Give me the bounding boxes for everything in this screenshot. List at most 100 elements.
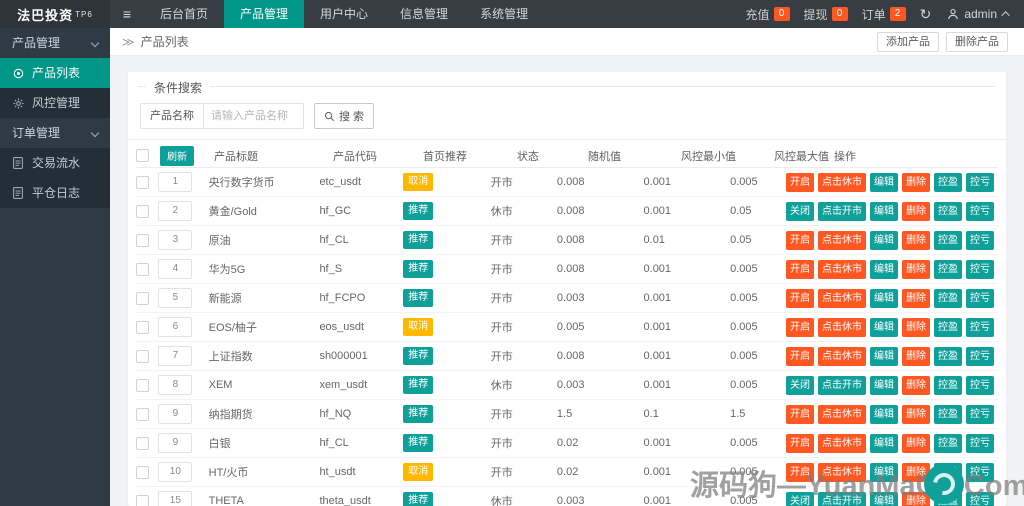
market-toggle-button[interactable]: 点击休市	[818, 346, 866, 366]
control-lose-button[interactable]: 控亏	[966, 201, 994, 221]
toggle-button[interactable]: 关闭	[786, 491, 814, 506]
recommend-toggle-button[interactable]: 推荐	[403, 492, 434, 506]
top-nav-item-1[interactable]: 产品管理	[224, 0, 305, 28]
market-toggle-button[interactable]: 点击开市	[818, 375, 866, 395]
edit-button[interactable]: 编辑	[870, 230, 898, 250]
toggle-button[interactable]: 关闭	[786, 375, 814, 395]
edit-button[interactable]: 编辑	[870, 172, 898, 192]
refresh-icon[interactable]: ↻	[920, 6, 932, 23]
edit-button[interactable]: 编辑	[870, 346, 898, 366]
sort-input[interactable]: 4	[158, 259, 193, 279]
recommend-toggle-button[interactable]: 取消	[403, 318, 434, 336]
delete-button[interactable]: 删除	[902, 404, 930, 424]
toggle-button[interactable]: 开启	[786, 404, 814, 424]
row-checkbox[interactable]	[136, 262, 149, 276]
delete-button[interactable]: 删除	[902, 317, 930, 337]
row-checkbox[interactable]	[136, 320, 149, 334]
control-win-button[interactable]: 控盈	[934, 259, 962, 279]
market-toggle-button[interactable]: 点击开市	[818, 201, 866, 221]
edit-button[interactable]: 编辑	[870, 201, 898, 221]
toggle-button[interactable]: 开启	[786, 259, 814, 279]
floating-action-button[interactable]	[924, 464, 964, 504]
market-toggle-button[interactable]: 点击开市	[818, 491, 866, 506]
sidebar-item-0-1[interactable]: 风控管理	[0, 88, 110, 118]
recommend-toggle-button[interactable]: 取消	[403, 173, 434, 191]
market-toggle-button[interactable]: 点击休市	[818, 317, 866, 337]
sort-input[interactable]: 9	[158, 404, 193, 424]
product-name-input[interactable]	[204, 103, 304, 129]
control-win-button[interactable]: 控盈	[934, 346, 962, 366]
control-lose-button[interactable]: 控亏	[966, 433, 994, 453]
control-lose-button[interactable]: 控亏	[966, 288, 994, 308]
control-win-button[interactable]: 控盈	[934, 375, 962, 395]
row-checkbox[interactable]	[136, 436, 149, 450]
market-toggle-button[interactable]: 点击休市	[818, 433, 866, 453]
recommend-toggle-button[interactable]: 推荐	[403, 289, 434, 307]
delete-button[interactable]: 删除	[902, 230, 930, 250]
toggle-button[interactable]: 开启	[786, 230, 814, 250]
top-stat-2[interactable]: 订单 2	[862, 6, 906, 23]
delete-button[interactable]: 删除	[902, 172, 930, 192]
recommend-toggle-button[interactable]: 推荐	[403, 231, 434, 249]
row-checkbox[interactable]	[136, 291, 149, 305]
delete-button[interactable]: 删除	[902, 346, 930, 366]
control-lose-button[interactable]: 控亏	[966, 375, 994, 395]
top-stat-0[interactable]: 充值 0	[746, 6, 790, 23]
row-checkbox[interactable]	[136, 494, 149, 506]
sort-input[interactable]: 10	[158, 462, 193, 482]
toggle-button[interactable]: 关闭	[786, 201, 814, 221]
sort-input[interactable]: 9	[158, 433, 193, 453]
sort-input[interactable]: 15	[158, 491, 193, 506]
edit-button[interactable]: 编辑	[870, 462, 898, 482]
sort-input[interactable]: 3	[158, 230, 193, 250]
control-lose-button[interactable]: 控亏	[966, 462, 994, 482]
delete-product-button[interactable]: 删除产品	[946, 31, 1008, 52]
control-lose-button[interactable]: 控亏	[966, 346, 994, 366]
delete-button[interactable]: 删除	[902, 201, 930, 221]
recommend-toggle-button[interactable]: 推荐	[403, 202, 434, 220]
delete-button[interactable]: 删除	[902, 375, 930, 395]
hamburger-icon[interactable]: ≡	[110, 0, 144, 28]
control-win-button[interactable]: 控盈	[934, 433, 962, 453]
recommend-toggle-button[interactable]: 推荐	[403, 405, 434, 423]
control-win-button[interactable]: 控盈	[934, 230, 962, 250]
control-win-button[interactable]: 控盈	[934, 172, 962, 192]
sort-input[interactable]: 5	[158, 288, 193, 308]
recommend-toggle-button[interactable]: 推荐	[403, 347, 434, 365]
market-toggle-button[interactable]: 点击休市	[818, 230, 866, 250]
user-menu[interactable]: admin	[947, 7, 1010, 21]
toggle-button[interactable]: 开启	[786, 172, 814, 192]
control-win-button[interactable]: 控盈	[934, 404, 962, 424]
delete-button[interactable]: 删除	[902, 288, 930, 308]
sidebar-item-1-1[interactable]: 平仓日志	[0, 178, 110, 208]
row-checkbox[interactable]	[136, 204, 149, 218]
control-win-button[interactable]: 控盈	[934, 317, 962, 337]
market-toggle-button[interactable]: 点击休市	[818, 404, 866, 424]
control-lose-button[interactable]: 控亏	[966, 404, 994, 424]
toggle-button[interactable]: 开启	[786, 317, 814, 337]
search-button[interactable]: 搜 索	[314, 103, 375, 129]
control-lose-button[interactable]: 控亏	[966, 172, 994, 192]
toggle-button[interactable]: 开启	[786, 462, 814, 482]
row-checkbox[interactable]	[136, 349, 149, 363]
sidebar-item-1-0[interactable]: 交易流水	[0, 148, 110, 178]
top-nav-item-2[interactable]: 用户中心	[304, 0, 384, 28]
top-stat-1[interactable]: 提现 0	[804, 6, 848, 23]
toggle-button[interactable]: 开启	[786, 346, 814, 366]
row-checkbox[interactable]	[136, 465, 149, 479]
edit-button[interactable]: 编辑	[870, 317, 898, 337]
recommend-toggle-button[interactable]: 推荐	[403, 376, 434, 394]
toggle-button[interactable]: 开启	[786, 433, 814, 453]
row-checkbox[interactable]	[136, 407, 149, 421]
top-nav-item-3[interactable]: 信息管理	[384, 0, 464, 28]
control-win-button[interactable]: 控盈	[934, 201, 962, 221]
edit-button[interactable]: 编辑	[870, 375, 898, 395]
sort-input[interactable]: 1	[158, 172, 193, 192]
sort-input[interactable]: 8	[158, 375, 193, 395]
row-checkbox[interactable]	[136, 378, 149, 392]
control-win-button[interactable]: 控盈	[934, 288, 962, 308]
control-lose-button[interactable]: 控亏	[966, 259, 994, 279]
toggle-button[interactable]: 开启	[786, 288, 814, 308]
delete-button[interactable]: 删除	[902, 259, 930, 279]
select-all-checkbox[interactable]	[136, 149, 149, 162]
